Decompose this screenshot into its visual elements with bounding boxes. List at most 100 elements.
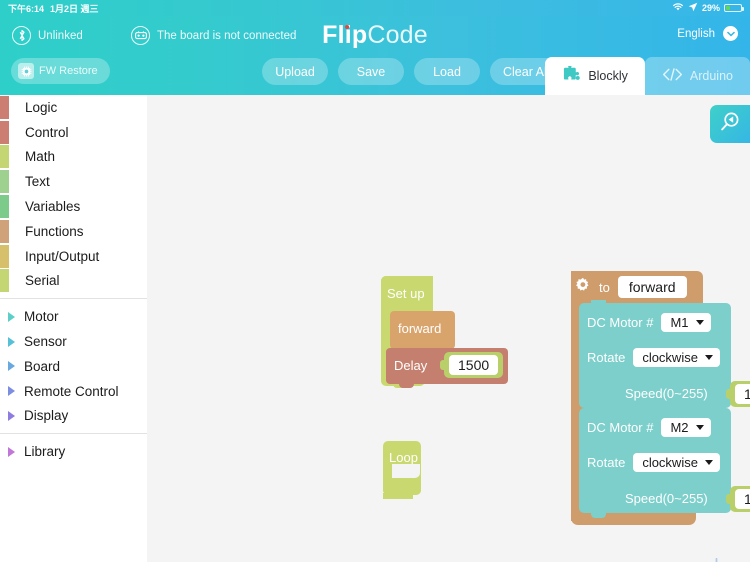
rotate-dropdown[interactable]: clockwise [633,453,720,472]
app-root: 下午6:14 1月2日 週三 29% Unlinked The board is… [0,0,750,562]
chevron-right-icon [8,446,15,457]
block-loop-label: Loop [389,450,418,465]
gear-icon[interactable] [575,277,591,298]
dc-motor-dropdown[interactable]: M1 [661,313,711,332]
sidebar-item-label: Control [25,124,69,140]
center-workspace-button[interactable] [704,557,729,562]
speed-1-value-slot[interactable]: 100 [726,381,750,407]
chevron-right-icon [8,410,15,421]
tab-blockly-label: Blockly [588,69,628,83]
sidebar-item-library[interactable]: Library [0,439,147,464]
chevron-down-icon[interactable] [723,26,738,41]
block-loop-foot [383,493,413,499]
block-loop-mouth [392,464,420,478]
fw-restore-button[interactable]: FW Restore [11,58,110,84]
board-icon [131,26,150,45]
header-toolbar-row: FW Restore Upload Save Load Clear All Bl… [0,53,750,95]
chevron-down-icon [704,355,713,360]
battery-percent: 29% [701,3,720,13]
status-bar-left: 下午6:14 1月2日 週三 [8,2,99,15]
board-status-label: The board is not connected [157,29,297,42]
sidebar-item-variables[interactable]: Variables [0,194,147,219]
sidebar-item-label: Motor [24,309,59,325]
sidebar-item-remote-control[interactable]: Remote Control [0,379,147,404]
category-color-swatch [0,269,9,293]
code-brackets-icon [662,68,683,84]
category-color-swatch [0,145,9,169]
dc-motor-label: DC Motor # [587,420,654,435]
rotate-dropdown[interactable]: clockwise [633,348,720,367]
board-status[interactable]: The board is not connected [131,26,296,45]
logo-dot-icon [344,25,349,29]
chevron-down-icon [695,425,704,430]
block-delay-label: Delay [394,358,428,373]
sidebar-item-serial[interactable]: Serial [0,269,147,294]
block-delay-value-slot[interactable]: 1500 [440,352,504,378]
sidebar-item-board[interactable]: Board [0,354,147,379]
language-label: English [677,27,715,40]
sidebar-item-label: Serial [25,273,60,289]
editor-tabs: Blockly Arduino [545,53,750,95]
sidebar-item-label: Math [25,149,56,165]
sidebar-item-label: Library [24,444,66,460]
chevron-down-icon [695,320,704,325]
fw-restore-label: FW Restore [39,65,98,77]
sidebar-item-display[interactable]: Display [0,404,147,429]
sidebar-item-label: Text [25,174,50,190]
sidebar-item-motor[interactable]: Motor [0,304,147,329]
block-function-to-label: to [599,279,610,295]
speed-2-value-slot[interactable]: 100 [726,486,750,512]
sidebar-item-label: Board [24,358,61,374]
sidebar-item-math[interactable]: Math [0,145,147,170]
rotate-label: Rotate [587,350,626,365]
dc-motor-label: DC Motor # [587,315,654,330]
language-selector[interactable]: English [677,26,738,41]
sidebar-divider [0,298,147,300]
block-plug [726,389,733,399]
puzzle-piece-icon [562,63,581,87]
category-color-swatch [0,195,9,219]
sidebar-item-control[interactable]: Control [0,120,147,145]
status-bar-time: 下午6:14 [8,3,45,14]
status-bar-date: 1月2日 週三 [50,3,99,14]
block-rotate-2-row: Rotate clockwise [587,453,720,472]
speed-2-value-field[interactable]: 100 [735,489,750,509]
bluetooth-icon [12,26,31,45]
category-color-swatch [0,95,9,119]
dc-motor-dropdown[interactable]: M2 [661,418,711,437]
tab-arduino[interactable]: Arduino [644,57,750,95]
block-rotate-1-row: Rotate clockwise [587,348,720,367]
block-delay-notch [399,383,414,388]
upload-button[interactable]: Upload [262,58,328,85]
block-call-forward[interactable]: forward [390,311,455,349]
block-dc-motor-2-notch [591,513,606,518]
sidebar-item-label: Variables [25,199,81,215]
delay-value-field[interactable]: 1500 [449,355,499,375]
block-dc-motor-2-row: DC Motor # M2 [587,418,711,437]
sidebar-item-functions[interactable]: Functions [0,219,147,244]
speed-1-value-field[interactable]: 100 [735,384,750,404]
location-arrow-icon [688,2,698,14]
wifi-icon [672,2,684,14]
block-category-sidebar: Logic Control Math Text Variables Functi… [0,95,147,562]
block-setup-label: Set up [387,286,425,301]
sidebar-item-logic[interactable]: Logic [0,95,147,120]
blockly-workspace[interactable]: Set up forward Delay 1500 Loop to forwar… [147,95,750,562]
category-color-swatch [0,244,9,268]
sidebar-item-label: Sensor [24,334,67,350]
tab-blockly[interactable]: Blockly [545,57,645,95]
zoom-toggle-button[interactable] [710,105,750,143]
chevron-right-icon [8,336,15,347]
sidebar-item-text[interactable]: Text [0,169,147,194]
speed-label: Speed(0~255) [625,386,708,401]
bluetooth-status-label: Unlinked [38,29,83,42]
sidebar-item-sensor[interactable]: Sensor [0,329,147,354]
block-dc-motor-1-notch [591,300,606,306]
sidebar-item-input-output[interactable]: Input/Output [0,244,147,269]
category-color-swatch [0,170,9,194]
load-button[interactable]: Load [414,58,480,85]
chip-icon [18,63,34,79]
bluetooth-status[interactable]: Unlinked [12,26,83,45]
function-name-field[interactable]: forward [617,276,687,298]
save-button[interactable]: Save [338,58,404,85]
